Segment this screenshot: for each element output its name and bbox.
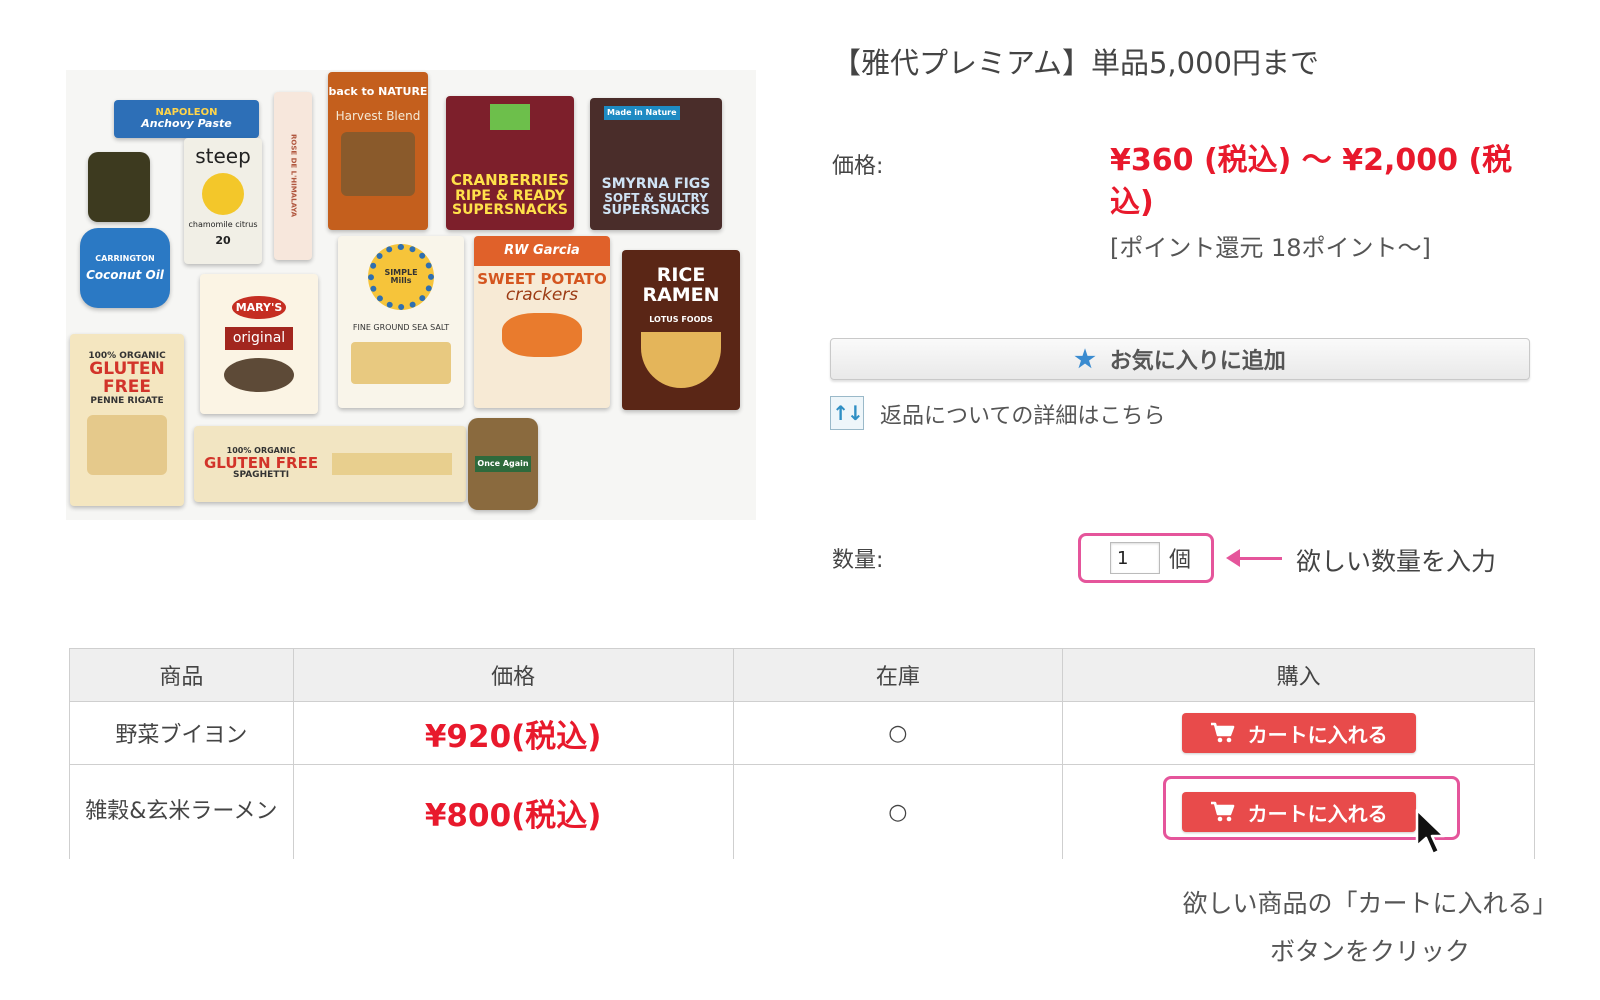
rice-ramen-label: RICE RAMEN [642,264,720,306]
cell-price: ¥920(税込) [292,701,734,765]
coconut-brand-label: CARRINGTON [95,253,155,263]
package-pink-salt: ROSE DE L'HIMALAYA [274,92,312,260]
package-harvest-blend: back to NATURE Harvest Blend [328,72,428,230]
cart-hint: 欲しい商品の「カートに入れる」 ボタンをクリック [1165,880,1575,976]
smyrna-label: SMYRNA FIGS [601,176,711,193]
header-product: 商品 [69,648,294,702]
price-tax: (税込) [511,718,602,755]
simple-crackers [351,342,451,385]
price-label: 価格: [832,154,884,179]
package-smyrna-figs: Made in Nature SMYRNA FIGS SOFT & SULTRY… [590,98,722,230]
package-penne: 100% ORGANIC GLUTEN FREE PENNE RIGATE [70,334,184,506]
quantity-input[interactable] [1110,542,1160,574]
ripe-ready-label: RIPE & READY [455,187,565,204]
table-row: 野菜ブイヨン ¥920(税込) ○ カートに入れる [69,701,1535,765]
package-simple-mills: SIMPLE Mills FINE GROUND SEA SALT [338,236,464,408]
add-to-cart-label: カートに入れる [1247,722,1388,747]
spaghetti-label: SPAGHETTI [232,470,290,481]
price-value: ¥800 [424,797,512,834]
add-favorite-button[interactable]: ★ お気に入りに追加 [830,338,1530,380]
rwgarcia-label: RW Garcia [474,236,610,266]
price-value: ¥920 [424,718,512,755]
price-tax: (税込) [511,797,602,834]
sort-arrows-icon[interactable]: ↑↓ [830,396,864,430]
package-coconut-oil: CARRINGTON Coconut Oil [80,228,170,308]
return-policy-link[interactable]: 返品についての詳細はこちら [880,398,1165,430]
once-again-label: Once Again [475,455,531,473]
header-stock: 在庫 [732,648,1064,702]
penne-label: PENNE RIGATE [90,396,164,407]
table-header-row: 商品 価格 在庫 購入 [69,648,1535,702]
quantity-hint: 欲しい数量を入力 [1296,547,1497,576]
quantity-unit: 個 [1169,548,1192,573]
harvest-label: Harvest Blend [335,108,421,123]
sweet-potato-slice [502,313,582,358]
simple-label: SIMPLE Mills [384,267,418,285]
steep-label: steep [195,144,251,168]
spaghetti-text-group: 100% ORGANIC GLUTEN FREE SPAGHETTI [204,446,319,481]
package-steep-tea: steep chamomile citrus 20 [184,138,262,264]
points-info: [ポイント還元 18ポイント～] [1110,234,1431,262]
made-nature-label: Made in Nature [604,106,680,121]
product-name-text: 雑穀&玄米ラーメン [85,799,278,824]
package-rice-ramen: RICE RAMEN LOTUS FOODS [622,250,740,410]
lotus-label: LOTUS FOODS [649,314,713,324]
header-purchase: 購入 [1062,648,1535,702]
package-sweet-potato: RW Garcia SWEET POTATO crackers [474,236,610,408]
cell-stock: ○ [732,764,1064,859]
package-cranberries: CRANBERRIES RIPE & READY SUPERSNACKS [446,96,574,230]
header-price: 価格 [292,648,734,702]
simple-sun: SIMPLE Mills [368,244,434,310]
spaghetti-strands [332,453,453,475]
package-marys-crackers: MARY'S original [200,274,318,414]
gluten-free-label-1: GLUTEN FREE [89,359,165,398]
package-anchovy-paste: NAPOLEON Anchovy Paste [114,100,259,138]
steep-lemon [202,173,244,215]
ramen-bowl [641,332,721,389]
gluten-free-label-2: GLUTEN FREE [204,453,319,472]
cart-hint-line2: ボタンをクリック [1269,937,1470,966]
cart-icon [1210,722,1234,743]
cart-hint-line1: 欲しい商品の「カートに入れる」 [1182,889,1558,918]
cell-stock: ○ [732,701,1064,765]
package-nut-butter: Once Again [468,418,538,510]
anchovy-label: Anchovy Paste [141,117,232,131]
cranberries-label: CRANBERRIES [450,170,570,189]
product-title: 【雅代プレミアム】単品5,000円まで [832,46,1319,80]
supersnacks-label-2: SUPERSNACKS [602,203,710,219]
sea-salt-label: FINE GROUND SEA SALT [352,323,450,332]
steep-number: 20 [215,234,231,248]
marys-crackers-pile [224,358,294,393]
marys-label: MARY'S [231,295,287,320]
mouse-cursor-icon [1415,808,1446,856]
supersnacks-label-1: SUPERSNACKS [452,202,568,219]
price-range: ¥360 (税込) ～ ¥2,000 (税込) [1110,143,1513,220]
original-label: original [224,327,294,351]
coconut-label: Coconut Oil [86,267,164,282]
quantity-label: 数量: [832,548,884,573]
arrow-left-icon [1226,549,1282,567]
penne-pasta [87,414,167,475]
package-spaghetti: 100% ORGANIC GLUTEN FREE SPAGHETTI [194,426,466,502]
cell-price: ¥800(税込) [292,764,734,859]
cell-product-name: 雑穀&玄米ラーメン [69,764,294,859]
crackers-label: crackers [505,285,579,306]
product-image: NAPOLEON Anchovy Paste steep chamomile c… [66,70,756,520]
cell-product-name: 野菜ブイヨン [69,701,294,765]
harvest-brand-label: back to NATURE [328,85,428,98]
made-nature-tag-1 [490,104,530,130]
himalaya-label: ROSE DE L'HIMALAYA [289,134,298,218]
add-favorite-label: お気に入りに追加 [1109,348,1286,373]
package-jar-small [88,152,150,222]
harvest-window [341,132,415,197]
star-icon: ★ [1074,345,1096,373]
steep-sub-label: chamomile citrus [188,220,258,229]
add-to-cart-button[interactable]: カートに入れる [1181,713,1416,753]
cell-purchase: カートに入れる [1062,701,1535,765]
